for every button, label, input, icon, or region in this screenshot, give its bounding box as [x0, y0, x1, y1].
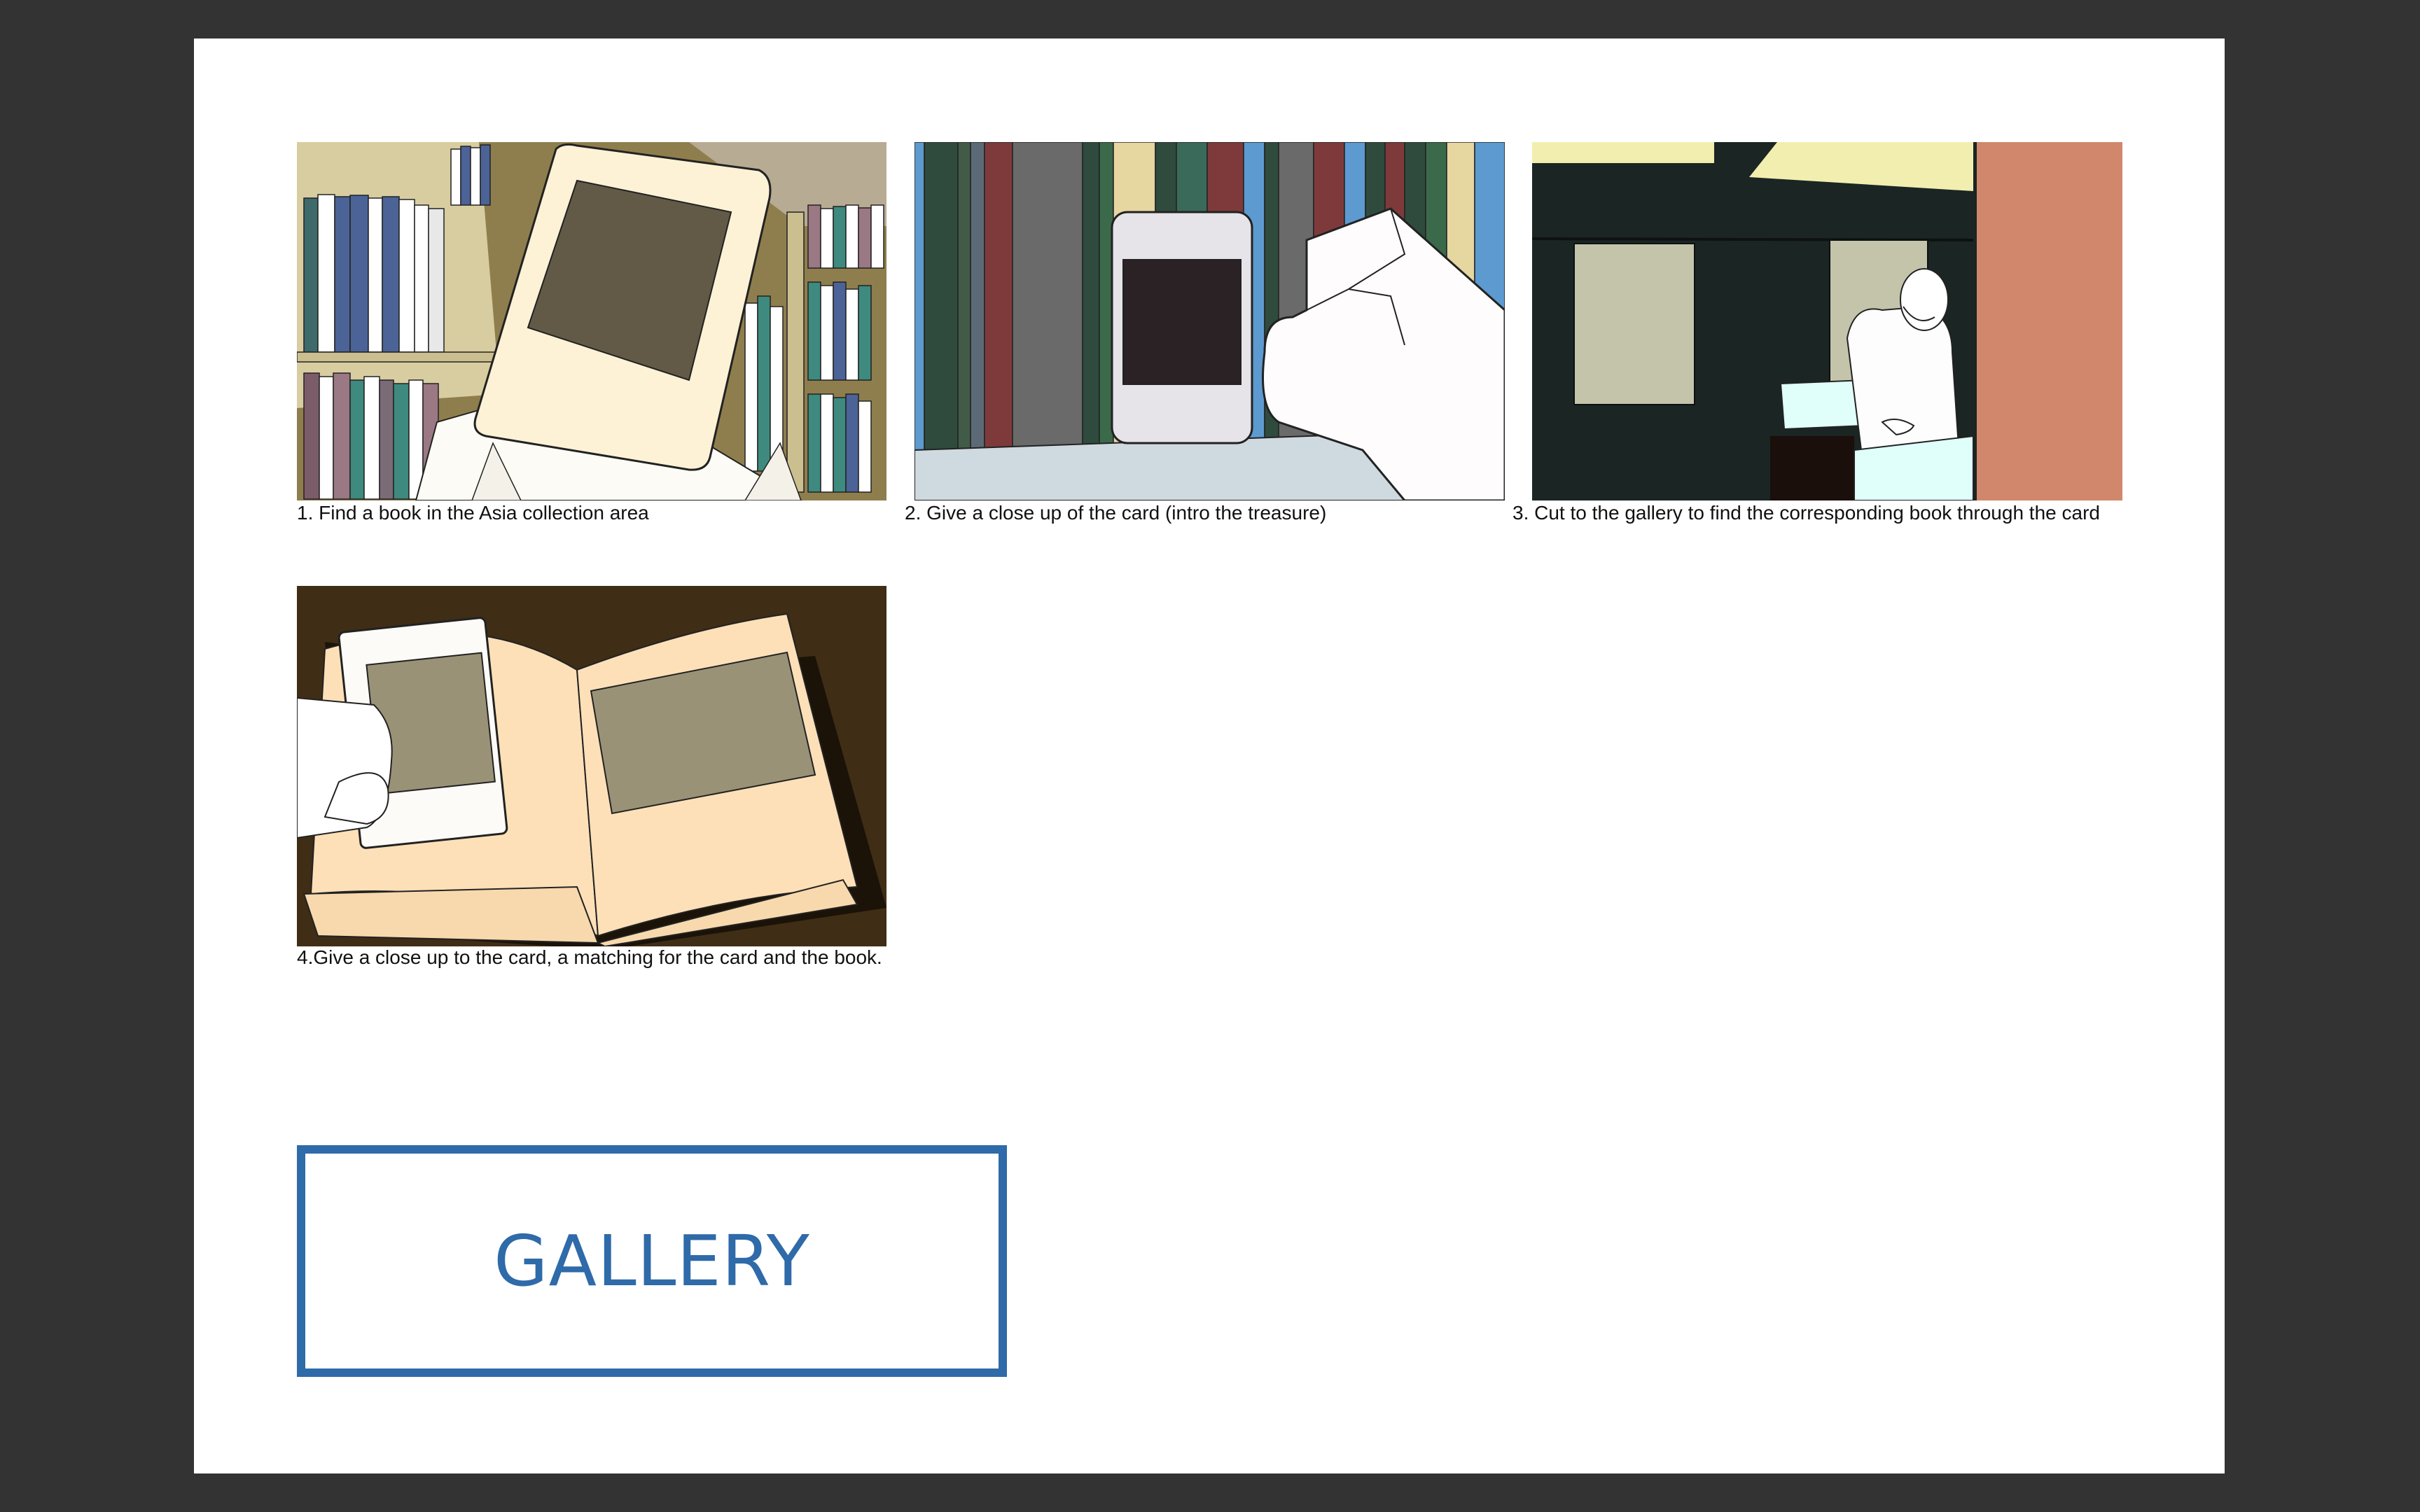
- storyboard-page: 1. Find a book in the Asia collection ar…: [194, 38, 2225, 1474]
- storyboard-panel-4: [297, 586, 886, 946]
- storyboard-panel-1: [297, 142, 886, 500]
- panel-4-caption: 4.Give a close up to the card, a matchin…: [297, 946, 882, 968]
- gallery-button-label: GALLERY: [494, 1220, 810, 1302]
- panel-2-caption: 2. Give a close up of the card (intro th…: [905, 502, 1327, 524]
- storyboard-panel-2: [915, 142, 1505, 500]
- library-shelf-card-illustration: [297, 142, 886, 500]
- card-matching-book-illustration: [297, 586, 886, 946]
- storyboard-panel-3: [1532, 142, 2122, 500]
- gallery-button[interactable]: GALLERY: [297, 1145, 1007, 1377]
- panel-3-caption: 3. Cut to the gallery to find the corres…: [1512, 502, 2100, 524]
- panel-1-caption: 1. Find a book in the Asia collection ar…: [297, 502, 649, 524]
- hand-holding-card-illustration: [915, 142, 1505, 500]
- gallery-visitor-illustration: [1532, 142, 2122, 500]
